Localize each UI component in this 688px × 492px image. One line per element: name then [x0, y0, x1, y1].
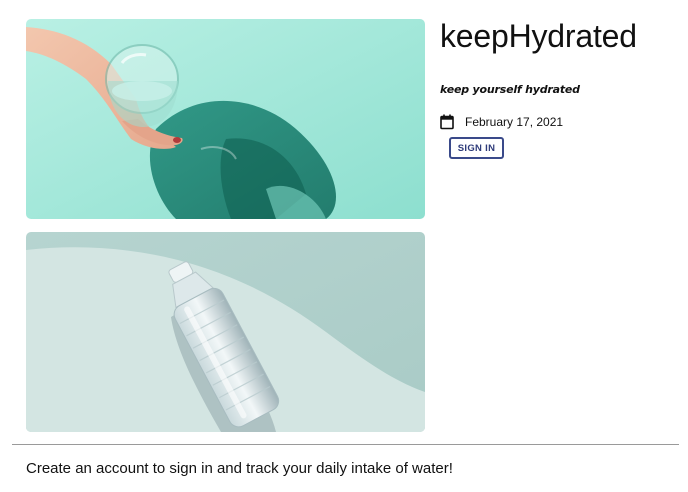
sign-in-button[interactable]: SIGN IN [449, 137, 504, 159]
divider [12, 444, 679, 445]
tagline: keep yourself hydrated [440, 83, 580, 96]
footer-message: Create an account to sign in and track y… [26, 460, 453, 477]
event-date: February 17, 2021 [465, 115, 564, 129]
page: keepHydrated keep yourself hydrated Febr… [0, 0, 688, 492]
date-row: February 17, 2021 [440, 111, 563, 133]
water-bottle-image [26, 232, 425, 432]
hand-holding-glass-image [26, 19, 425, 219]
page-title: keepHydrated [440, 18, 637, 54]
calendar-icon [440, 114, 454, 130]
